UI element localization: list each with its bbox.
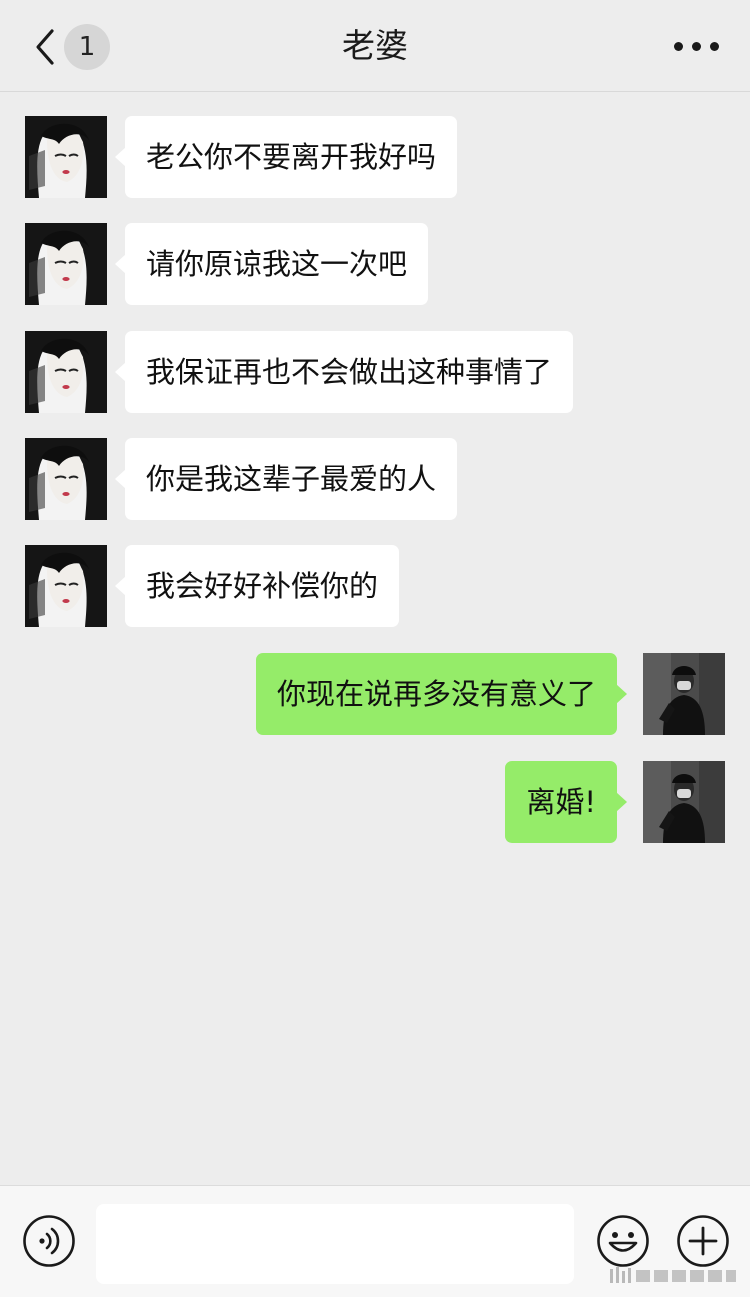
message-bubble[interactable]: 我保证再也不会做出这种事情了	[114, 331, 574, 413]
back-button[interactable]: 1	[24, 20, 120, 74]
contact-avatar[interactable]	[25, 545, 107, 627]
contact-avatar[interactable]	[25, 223, 107, 305]
message-row: 你是我这辈子最爱的人	[0, 438, 750, 520]
message-bubble[interactable]: 请你原谅我这一次吧	[114, 223, 429, 305]
message-row: 你现在说再多没有意义了	[0, 653, 750, 735]
message-row: 我保证再也不会做出这种事情了	[0, 331, 750, 413]
chat-screen: 1 老婆 老公你不要离开我好吗 请你原谅我这一次吧 我保证再也不会做出这种事情了…	[0, 0, 750, 1297]
message-bubble[interactable]: 老公你不要离开我好吗	[114, 116, 458, 198]
chevron-left-icon	[36, 29, 54, 65]
voice-button[interactable]	[22, 1214, 76, 1268]
my-avatar[interactable]	[643, 653, 725, 735]
message-bubble[interactable]: 你是我这辈子最爱的人	[114, 438, 458, 520]
message-row: 离婚!	[0, 761, 750, 843]
unread-count-badge: 1	[64, 24, 110, 70]
contact-avatar[interactable]	[25, 331, 107, 413]
message-list: 老公你不要离开我好吗 请你原谅我这一次吧 我保证再也不会做出这种事情了 你是我这…	[0, 92, 750, 1185]
voice-icon	[23, 1215, 75, 1267]
message-row: 我会好好补偿你的	[0, 545, 750, 627]
message-bubble[interactable]: 离婚!	[505, 761, 627, 843]
contact-avatar[interactable]	[25, 438, 107, 520]
input-bar	[0, 1185, 750, 1297]
more-button[interactable]	[672, 30, 720, 62]
emoji-icon	[597, 1215, 649, 1267]
emoji-button[interactable]	[596, 1214, 650, 1268]
contact-avatar[interactable]	[25, 116, 107, 198]
message-row: 老公你不要离开我好吗	[0, 116, 750, 198]
message-bubble[interactable]: 我会好好补偿你的	[114, 545, 400, 627]
message-bubble[interactable]: 你现在说再多没有意义了	[255, 653, 628, 735]
plus-circle-icon	[677, 1215, 729, 1267]
message-row: 请你原谅我这一次吧	[0, 223, 750, 305]
my-avatar[interactable]	[643, 761, 725, 843]
message-input[interactable]	[96, 1204, 574, 1284]
top-bar: 1 老婆	[0, 0, 750, 92]
watermark-graphic	[610, 1267, 736, 1283]
plus-button[interactable]	[676, 1214, 730, 1268]
